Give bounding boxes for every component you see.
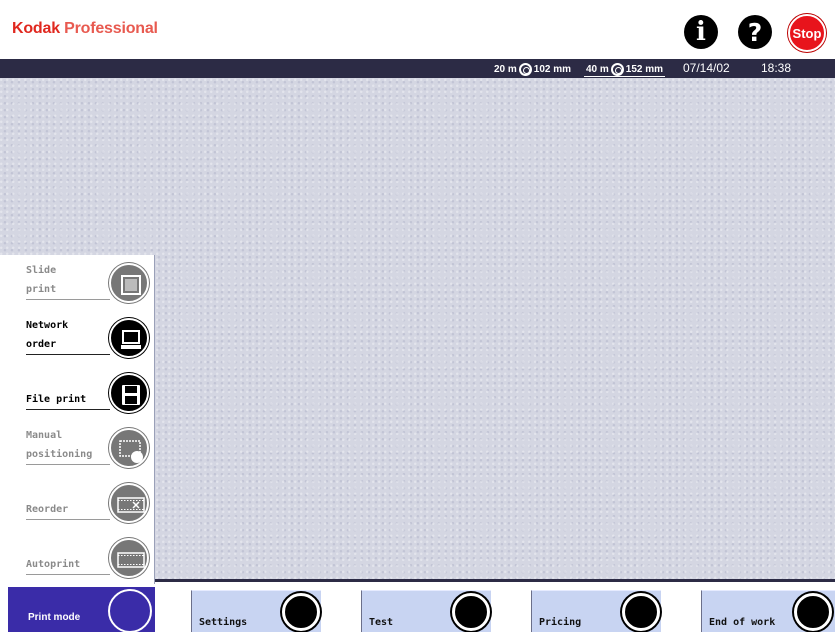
logo-product: Professional [64,20,158,37]
print-mode-circle-icon [108,589,152,632]
mode-label-line2: Reorder [26,504,69,515]
tab-label: End of work [709,617,776,628]
mode-label-line2: Autoprint [26,559,81,570]
info-button[interactable]: i [684,15,718,49]
mode-file-print[interactable]: File print [0,365,155,418]
mode-label-line1: Manual [26,430,63,441]
mode-label: File print [26,390,110,410]
slide-icon [109,263,149,303]
logo-brand: Kodak [12,20,60,37]
info-icon: i [696,17,706,47]
hand-frame-icon [109,428,149,468]
help-button[interactable]: ? [738,15,772,49]
print-mode-label: Print mode [28,612,81,623]
mode-reorder[interactable]: Reorder [0,475,155,528]
paper-roll-1-status: 20 m 102 mm [494,63,571,76]
mode-label-line1: Network [26,320,69,331]
tab-label: Test [369,617,394,628]
mode-label: Network order [26,316,110,355]
app-header: Kodak Professional i ? Stop [0,0,835,59]
mode-label: Autoprint [26,555,110,575]
stop-label: Stop [792,25,822,41]
stop-button[interactable]: Stop [788,14,826,52]
mode-manual-positioning[interactable]: Manual positioning [0,420,155,473]
roll-1-width: 102 mm [533,64,572,75]
tab-button-icon [452,593,490,631]
mode-label: Slide print [26,261,110,300]
help-icon: ? [747,17,763,47]
tab-button-icon [622,593,660,631]
paper-roll-2-status: 40 m 152 mm [584,63,666,77]
tab-label: Pricing [539,617,582,628]
tab-pricing[interactable]: Pricing [531,590,661,632]
paper-roll-icon [610,63,624,76]
tab-button-icon [794,593,832,631]
mode-label-line2: print [26,284,57,295]
kodak-logo: Kodak Professional [12,20,158,38]
tab-end-of-work[interactable]: End of work [701,590,835,632]
print-mode-menu: Slide print Network order File print Man… [0,255,155,584]
mode-label-line1: Slide [26,265,57,276]
mode-network-order[interactable]: Network order [0,310,155,363]
film-strip-x-icon [109,483,149,523]
roll-1-length: 20 m [494,64,517,75]
status-bar: 20 m 102 mm 40 m 152 mm 07/14/02 18:38 [0,59,835,78]
roll-2-width: 152 mm [625,64,664,75]
tab-settings[interactable]: Settings [191,590,321,632]
tab-test[interactable]: Test [361,590,491,632]
mode-label-line2: positioning [26,449,93,460]
mode-autoprint[interactable]: Autoprint [0,530,155,583]
paper-roll-icon [518,63,532,76]
computer-icon [109,318,149,358]
floppy-disk-icon [109,373,149,413]
mode-label: Reorder [26,500,110,520]
time-display: 18:38 [761,61,792,75]
mode-label-line2: File print [26,394,87,405]
tab-button-icon [282,593,320,631]
mode-label: Manual positioning [26,426,110,465]
date-display: 07/14/02 [683,61,730,75]
mode-slide-print[interactable]: Slide print [0,255,155,308]
roll-2-length: 40 m [586,64,609,75]
tab-label: Settings [199,617,248,628]
mode-label-line2: order [26,339,57,350]
film-strip-icon [109,538,149,578]
print-mode-button[interactable]: Print mode [8,587,155,632]
